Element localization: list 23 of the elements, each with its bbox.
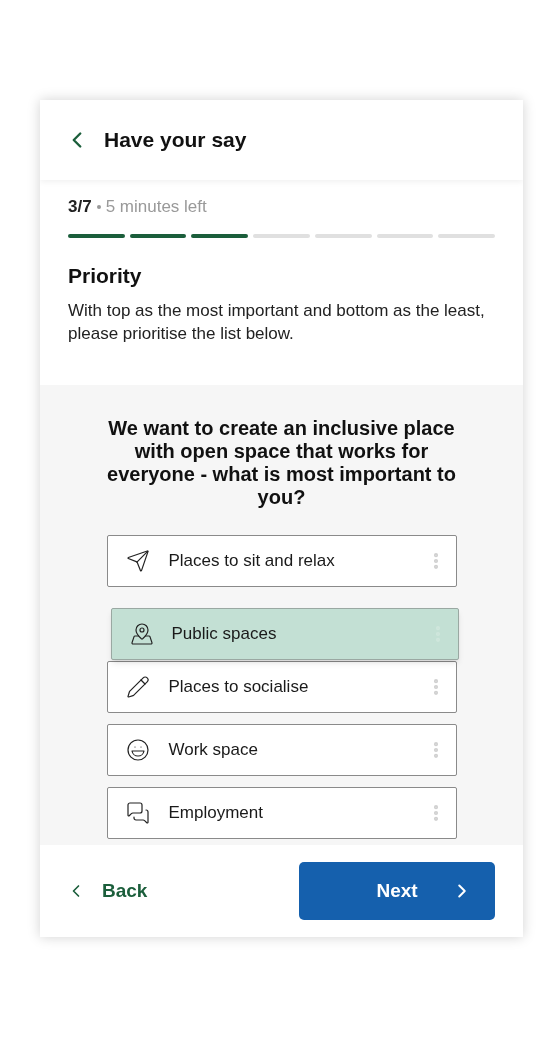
item-label: Work space (168, 739, 259, 762)
next-button[interactable]: Next (299, 862, 495, 920)
header-title: Have your say (104, 127, 247, 154)
step-counter: 3/7 (68, 196, 92, 218)
section-description: With top as the most important and bottom as the least, please prioritise the list below. (68, 300, 486, 345)
dragged-list-item[interactable]: Public spaces (110, 608, 459, 660)
pencil-icon (125, 675, 150, 699)
list-item[interactable]: Places to sit and relax (106, 535, 457, 587)
item-label: Places to sit and relax (168, 550, 336, 573)
time-left: 5 minutes left (105, 196, 207, 218)
list-item[interactable]: Employment (106, 787, 457, 839)
paper-plane-icon (125, 549, 150, 573)
item-label: Places to socialise (168, 676, 310, 699)
item-label: Public spaces (171, 623, 278, 646)
section-title: Priority (68, 262, 143, 289)
smiley-icon (125, 738, 150, 762)
back-button[interactable]: Back (66, 876, 148, 906)
speech-bubbles-icon (125, 801, 150, 825)
item-label: Employment (168, 802, 264, 825)
map-pin-icon (129, 622, 154, 646)
question-text: We want to create an inclusive place with open space that works for everyone - what is most important to you? (106, 417, 457, 509)
list-item[interactable]: Places to socialise (106, 661, 457, 713)
list-item[interactable]: Work space (106, 724, 457, 776)
